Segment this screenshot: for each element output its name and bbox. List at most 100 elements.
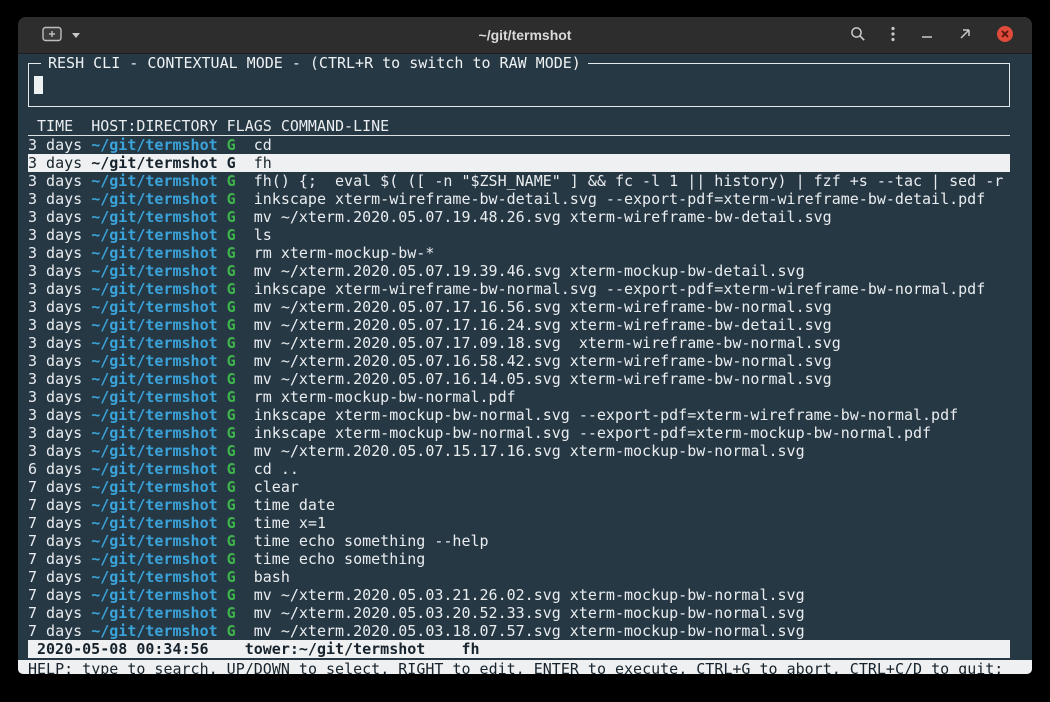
row-flag: G (227, 460, 254, 478)
row-time: 7 days (28, 568, 91, 586)
row-host-directory: ~/git/termshot (91, 136, 226, 154)
row-command: ls (254, 226, 272, 244)
history-row[interactable]: 3 days~/git/termshotGrm xterm-mockup-bw-… (28, 244, 1010, 262)
row-flag: G (227, 262, 254, 280)
row-time: 3 days (28, 136, 91, 154)
history-row[interactable]: 3 days~/git/termshotGmv ~/xterm.2020.05.… (28, 370, 1010, 388)
row-command: mv ~/xterm.2020.05.07.17.16.24.svg xterm… (254, 316, 832, 334)
row-host-directory: ~/git/termshot (91, 352, 226, 370)
history-row[interactable]: 3 days~/git/termshotGmv ~/xterm.2020.05.… (28, 334, 1010, 352)
row-command: rm xterm-mockup-bw-* (254, 244, 435, 262)
history-row[interactable]: 3 days~/git/termshotGls (28, 226, 1010, 244)
row-flag: G (227, 622, 254, 640)
history-row[interactable]: 7 days~/git/termshotGbash (28, 568, 1010, 586)
row-host-directory: ~/git/termshot (91, 298, 226, 316)
history-row[interactable]: 3 days~/git/termshotGfh (28, 154, 1010, 172)
row-host-directory: ~/git/termshot (91, 586, 226, 604)
new-tab-button[interactable] (42, 26, 62, 45)
history-row[interactable]: 3 days~/git/termshotGmv ~/xterm.2020.05.… (28, 262, 1010, 280)
row-flag: G (227, 316, 254, 334)
history-row[interactable]: 3 days~/git/termshotGmv ~/xterm.2020.05.… (28, 352, 1010, 370)
row-time: 7 days (28, 550, 91, 568)
history-row[interactable]: 3 days~/git/termshotGinkscape xterm-mock… (28, 406, 1010, 424)
row-host-directory: ~/git/termshot (91, 604, 226, 622)
row-time: 3 days (28, 190, 91, 208)
row-flag: G (227, 298, 254, 316)
close-icon (996, 25, 1014, 46)
terminal-window: ~/git/termshot (18, 17, 1032, 674)
history-row[interactable]: 3 days~/git/termshotGinkscape xterm-wire… (28, 190, 1010, 208)
row-flag: G (227, 370, 254, 388)
list-header: TIMEHOST:DIRECTORYFLAGS COMMAND-LINE (28, 117, 1010, 136)
header-flags-commandline: FLAGS COMMAND-LINE (227, 117, 390, 135)
minimize-button[interactable] (920, 27, 934, 44)
history-row[interactable]: 3 days~/git/termshotGrm xterm-mockup-bw-… (28, 388, 1010, 406)
history-row[interactable]: 3 days~/git/termshotGmv ~/xterm.2020.05.… (28, 316, 1010, 334)
row-command: time echo something (254, 550, 426, 568)
history-row[interactable]: 7 days~/git/termshotGmv ~/xterm.2020.05.… (28, 622, 1010, 640)
row-command: cd .. (254, 460, 299, 478)
restore-icon (958, 27, 972, 44)
history-row[interactable]: 3 days~/git/termshotGcd (28, 136, 1010, 154)
row-command: inkscape xterm-mockup-bw-normal.svg --ex… (254, 406, 958, 424)
row-flag: G (227, 550, 254, 568)
row-command: mv ~/xterm.2020.05.07.15.17.16.svg xterm… (254, 442, 805, 460)
row-host-directory: ~/git/termshot (91, 244, 226, 262)
search-input-box[interactable]: RESH CLI - CONTEXTUAL MODE - (CTRL+R to … (28, 63, 1010, 107)
row-host-directory: ~/git/termshot (91, 388, 226, 406)
close-button[interactable] (996, 25, 1014, 46)
header-host-directory: HOST:DIRECTORY (91, 117, 226, 135)
row-flag: G (227, 406, 254, 424)
search-button[interactable] (850, 26, 866, 45)
new-tab-icon (42, 26, 62, 45)
history-row[interactable]: 3 days~/git/termshotGinkscape xterm-mock… (28, 424, 1010, 442)
row-command: time date (254, 496, 335, 514)
history-row[interactable]: 7 days~/git/termshotGclear (28, 478, 1010, 496)
row-time: 3 days (28, 370, 91, 388)
titlebar[interactable]: ~/git/termshot (18, 17, 1032, 54)
row-time: 3 days (28, 280, 91, 298)
row-command: rm xterm-mockup-bw-normal.pdf (254, 388, 516, 406)
row-host-directory: ~/git/termshot (91, 532, 226, 550)
row-host-directory: ~/git/termshot (91, 460, 226, 478)
history-row[interactable]: 3 days~/git/termshotGmv ~/xterm.2020.05.… (28, 208, 1010, 226)
history-row[interactable]: 7 days~/git/termshotGtime echo something… (28, 532, 1010, 550)
history-row[interactable]: 3 days~/git/termshotGinkscape xterm-wire… (28, 280, 1010, 298)
status-command: fh (461, 640, 479, 658)
row-time: 3 days (28, 208, 91, 226)
row-flag: G (227, 532, 254, 550)
row-flag: G (227, 478, 254, 496)
history-row[interactable]: 7 days~/git/termshotGtime date (28, 496, 1010, 514)
minimize-icon (920, 27, 934, 44)
row-command: inkscape xterm-mockup-bw-normal.svg --ex… (254, 424, 931, 442)
row-flag: G (227, 244, 254, 262)
row-time: 6 days (28, 460, 91, 478)
history-row[interactable]: 7 days~/git/termshotGmv ~/xterm.2020.05.… (28, 604, 1010, 622)
row-host-directory: ~/git/termshot (91, 280, 226, 298)
row-host-directory: ~/git/termshot (91, 334, 226, 352)
history-row[interactable]: 3 days~/git/termshotGmv ~/xterm.2020.05.… (28, 298, 1010, 316)
row-time: 3 days (28, 442, 91, 460)
row-time: 7 days (28, 604, 91, 622)
chevron-down-icon (72, 33, 80, 38)
row-host-directory: ~/git/termshot (91, 478, 226, 496)
history-row[interactable]: 7 days~/git/termshotGmv ~/xterm.2020.05.… (28, 586, 1010, 604)
row-time: 3 days (28, 406, 91, 424)
history-row[interactable]: 3 days~/git/termshotGfh() {; eval $( ([ … (28, 172, 1010, 190)
history-row[interactable]: 7 days~/git/termshotGtime x=1 (28, 514, 1010, 532)
history-row[interactable]: 7 days~/git/termshotGtime echo something (28, 550, 1010, 568)
tab-dropdown-button[interactable] (72, 33, 80, 38)
restore-button[interactable] (958, 27, 972, 44)
row-host-directory: ~/git/termshot (91, 370, 226, 388)
menu-button[interactable] (890, 26, 896, 45)
terminal-content: RESH CLI - CONTEXTUAL MODE - (CTRL+R to … (18, 54, 1032, 674)
row-host-directory: ~/git/termshot (91, 568, 226, 586)
history-row[interactable]: 6 days~/git/termshotGcd .. (28, 460, 1010, 478)
row-host-directory: ~/git/termshot (91, 424, 226, 442)
row-time: 7 days (28, 622, 91, 640)
row-command: mv ~/xterm.2020.05.03.21.26.02.svg xterm… (254, 586, 805, 604)
row-time: 3 days (28, 262, 91, 280)
history-row[interactable]: 3 days~/git/termshotGmv ~/xterm.2020.05.… (28, 442, 1010, 460)
row-flag: G (227, 154, 254, 172)
row-flag: G (227, 172, 254, 190)
